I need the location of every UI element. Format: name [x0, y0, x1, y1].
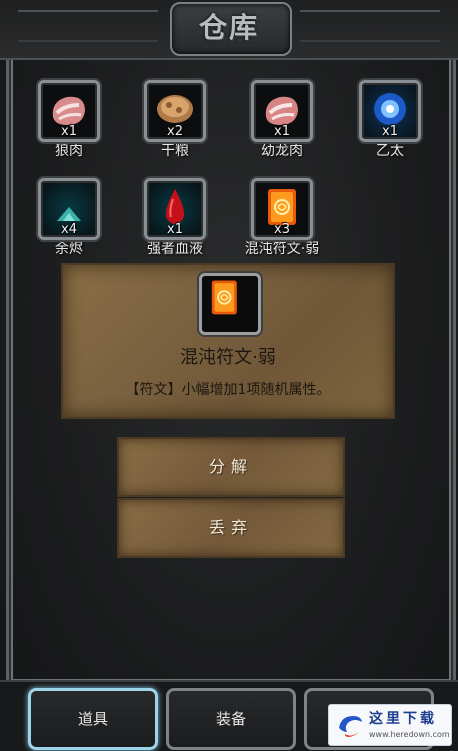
header-ornament-left: [18, 10, 158, 42]
inventory-item[interactable]: x1 幼龙肉: [232, 80, 332, 160]
item-name: 狼肉: [55, 143, 83, 159]
item-quantity: x1: [167, 222, 183, 237]
chaos-rune-icon: [211, 280, 237, 315]
inventory-item[interactable]: x1 强者血液: [125, 178, 225, 258]
item-slot[interactable]: x2: [144, 80, 206, 142]
item-quantity: x1: [61, 124, 77, 139]
inventory-item[interactable]: x3 混沌符文·弱: [232, 178, 332, 258]
watermark-url: www.heredown.com: [369, 730, 450, 739]
inventory-item[interactable]: x2 干粮: [125, 80, 225, 160]
item-quantity: x2: [167, 124, 183, 139]
item-quantity: x1: [382, 124, 398, 139]
tab-items[interactable]: 道具: [28, 688, 158, 750]
item-name: 强者血液: [147, 241, 203, 257]
item-name: 干粮: [161, 143, 189, 159]
item-slot[interactable]: x1: [359, 80, 421, 142]
page-title: 仓库: [198, 11, 259, 44]
header-bar: 仓库: [0, 0, 458, 60]
header-ornament-right: [300, 10, 440, 42]
item-quantity: x4: [61, 222, 77, 237]
tab-equipment[interactable]: 装备: [166, 688, 296, 750]
detail-item-slot: [199, 273, 261, 335]
watermark-logo-icon: [339, 716, 362, 737]
inventory-item[interactable]: x1 乙太: [340, 80, 440, 160]
inventory-item[interactable]: x4 余烬: [19, 178, 119, 258]
item-slot[interactable]: x1: [38, 80, 100, 142]
item-quantity: x1: [274, 124, 290, 139]
item-detail-panel: 混沌符文·弱 【符文】小幅增加1项随机属性。: [61, 263, 395, 419]
detail-item-name: 混沌符文·弱: [180, 347, 276, 368]
item-name: 乙太: [376, 143, 404, 159]
watermark: 这里下载 www.heredown.com: [328, 704, 452, 746]
decompose-button[interactable]: 分解: [117, 437, 345, 497]
item-slot[interactable]: x3: [251, 178, 313, 240]
detail-item-description: 【符文】小幅增加1项随机属性。: [125, 382, 331, 398]
watermark-text: 这里下载: [369, 711, 437, 727]
item-slot[interactable]: x4: [38, 178, 100, 240]
item-slot[interactable]: x1: [251, 80, 313, 142]
item-name: 混沌符文·弱: [244, 241, 320, 257]
item-name: 余烬: [55, 241, 83, 257]
discard-button[interactable]: 丢弃: [117, 498, 345, 558]
item-quantity: x3: [274, 222, 290, 237]
item-slot[interactable]: x1: [144, 178, 206, 240]
inventory-item[interactable]: x1 狼肉: [19, 80, 119, 160]
item-name: 幼龙肉: [261, 143, 303, 159]
